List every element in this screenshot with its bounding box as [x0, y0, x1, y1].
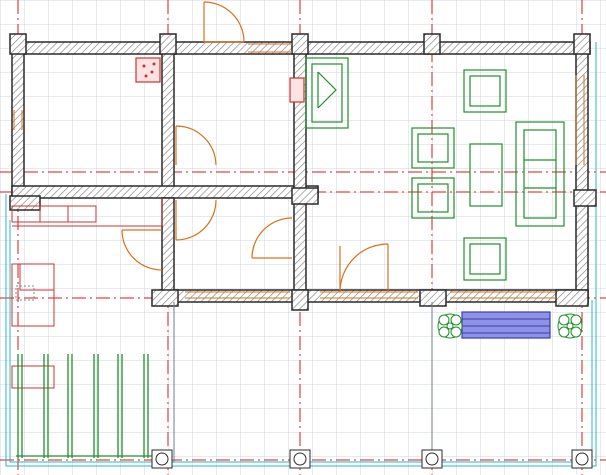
shrub-left: [437, 313, 463, 339]
shrub-right: [557, 313, 583, 339]
bench: [461, 311, 551, 339]
stove-small: [289, 77, 305, 103]
floor-plan-canvas: [0, 0, 606, 475]
stove: [135, 57, 161, 83]
